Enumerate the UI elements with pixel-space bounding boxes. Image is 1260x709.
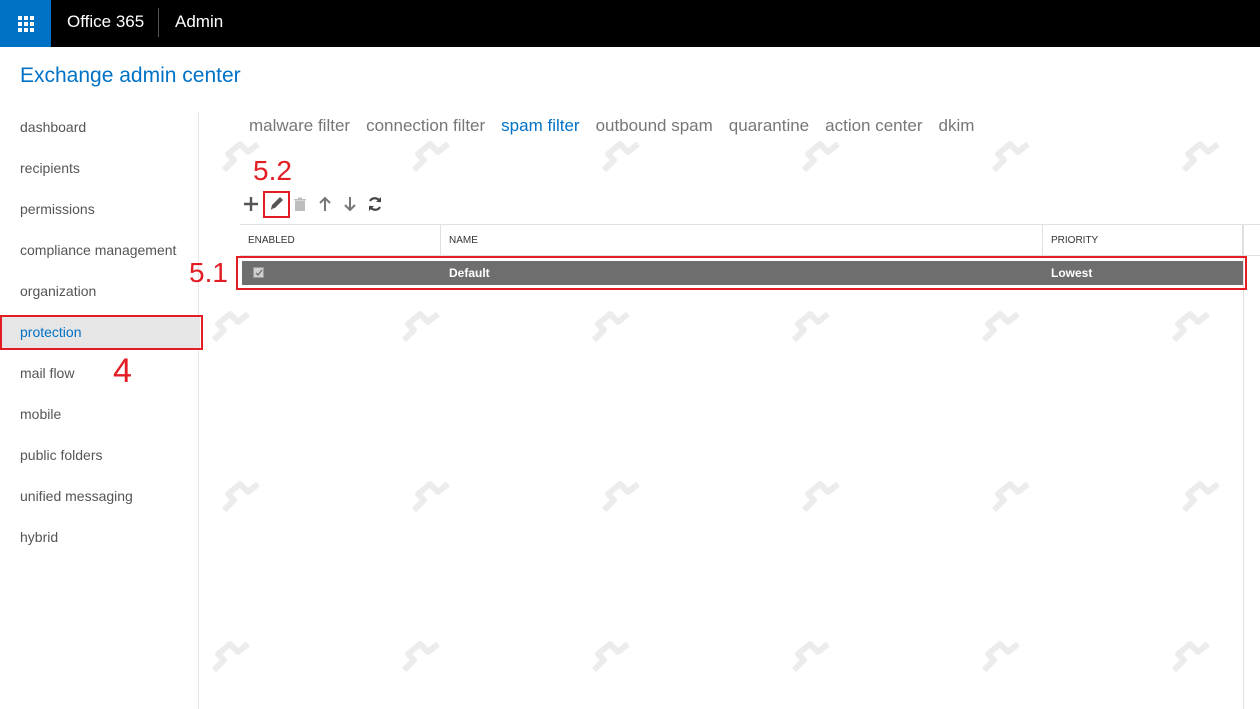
tab-bar: malware filter connection filter spam fi… [249, 116, 974, 136]
watermark-logo [220, 140, 262, 181]
add-icon [244, 197, 258, 211]
annotation-step-5-1: 5.1 [189, 257, 228, 288]
watermark-logo [990, 140, 1032, 181]
delete-icon [294, 197, 306, 211]
watermark-logo [220, 480, 262, 521]
sidebar-item-recipients[interactable]: recipients [0, 151, 200, 185]
tab-malware-filter[interactable]: malware filter [249, 116, 350, 136]
move-up-icon [319, 196, 331, 211]
column-header-name[interactable]: NAME [441, 225, 1041, 256]
add-button[interactable] [241, 193, 261, 215]
watermark-logo [590, 640, 632, 681]
watermark-logo [800, 140, 842, 181]
watermark-logo [990, 480, 1032, 521]
app-launcher-button[interactable] [0, 0, 51, 47]
tab-action-center[interactable]: action center [825, 116, 922, 136]
move-down-button[interactable] [340, 193, 360, 215]
move-up-button[interactable] [315, 193, 335, 215]
annotation-box-protection [0, 315, 203, 350]
sidebar-item-permissions[interactable]: permissions [0, 192, 200, 226]
watermark-logo [590, 310, 632, 351]
sidebar-item-unified-messaging[interactable]: unified messaging [0, 479, 200, 513]
sidebar-item-dashboard[interactable]: dashboard [0, 110, 200, 144]
tab-spam-filter[interactable]: spam filter [501, 116, 579, 136]
watermark-logo [600, 480, 642, 521]
watermark-logo [210, 640, 252, 681]
watermark-logo [400, 310, 442, 351]
column-header-priority[interactable]: PRIORITY [1043, 225, 1243, 256]
watermark-logo [210, 310, 252, 351]
top-bar: Office 365 Admin [0, 0, 1260, 47]
app-name[interactable]: Office 365 [67, 12, 144, 32]
delete-button[interactable] [290, 193, 310, 215]
annotation-box-default-row [236, 256, 1247, 290]
divider [158, 8, 159, 37]
table-right-border [1243, 224, 1244, 709]
watermark-logo [1180, 140, 1222, 181]
annotation-step-4: 4 [113, 352, 132, 390]
app-launcher-icon [17, 15, 34, 32]
page-title: Exchange admin center [20, 64, 241, 87]
watermark-logo [790, 310, 832, 351]
sidebar-item-hybrid[interactable]: hybrid [0, 520, 200, 554]
watermark-logo [1180, 480, 1222, 521]
watermark-logo [410, 480, 452, 521]
section-name[interactable]: Admin [175, 12, 223, 32]
sidebar-item-compliance-management[interactable]: compliance management [0, 233, 200, 267]
watermark-logo [410, 140, 452, 181]
watermark-logo [800, 480, 842, 521]
tab-quarantine[interactable]: quarantine [729, 116, 809, 136]
tab-dkim[interactable]: dkim [938, 116, 974, 136]
sidebar-item-mail-flow[interactable]: mail flow [0, 356, 200, 390]
refresh-button[interactable] [365, 193, 385, 215]
watermark-logo [980, 310, 1022, 351]
column-header-enabled[interactable]: ENABLED [240, 225, 440, 256]
sidebar-item-mobile[interactable]: mobile [0, 397, 200, 431]
watermark-logo [1170, 310, 1212, 351]
watermark-logo [600, 140, 642, 181]
watermark-logo [980, 640, 1022, 681]
watermark-logo [1170, 640, 1212, 681]
refresh-icon [368, 197, 382, 211]
nav-divider [198, 112, 199, 709]
sidebar-item-public-folders[interactable]: public folders [0, 438, 200, 472]
table-header: ENABLED NAME PRIORITY [240, 224, 1260, 256]
tab-connection-filter[interactable]: connection filter [366, 116, 485, 136]
tab-outbound-spam[interactable]: outbound spam [596, 116, 713, 136]
sidebar-item-organization[interactable]: organization [0, 274, 200, 308]
annotation-box-edit [263, 191, 290, 218]
watermark-logo [790, 640, 832, 681]
watermark-logo [400, 640, 442, 681]
move-down-icon [344, 197, 356, 212]
